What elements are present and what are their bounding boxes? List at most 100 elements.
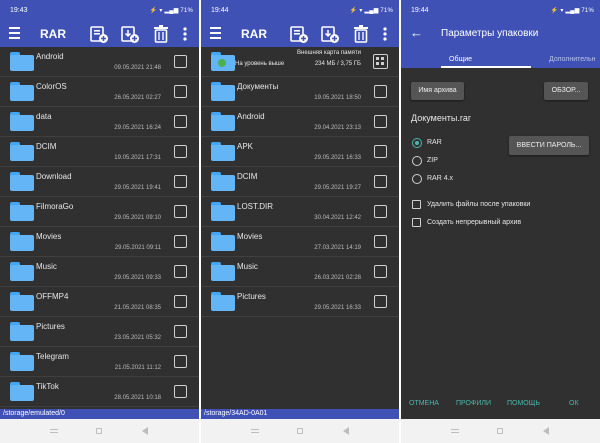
folder-icon [211, 82, 235, 101]
folder-row[interactable]: FilmoraGo 29.05.2021 09:10 [0, 197, 199, 227]
home-icon[interactable] [497, 428, 503, 434]
select-checkbox[interactable] [174, 115, 187, 128]
browse-button[interactable]: ОБЗОР... [544, 82, 588, 100]
format-rar4-radio[interactable] [412, 174, 422, 184]
select-checkbox[interactable] [174, 85, 187, 98]
select-checkbox[interactable] [174, 355, 187, 368]
select-checkbox[interactable] [174, 235, 187, 248]
recent-apps-icon[interactable] [251, 429, 259, 435]
solid-archive-checkbox[interactable] [412, 218, 421, 227]
menu-icon[interactable] [210, 27, 221, 39]
folder-row[interactable]: ColorOS 26.05.2021 02:27 [0, 77, 199, 107]
folder-row[interactable]: Telegram 21.05.2021 11:12 [0, 347, 199, 377]
dialog-app-bar: ← Параметры упаковки [401, 20, 600, 47]
format-rar-radio[interactable] [412, 138, 422, 148]
folder-date: 19.05.2021 18:50 [314, 95, 361, 101]
recent-apps-icon[interactable] [50, 429, 58, 435]
home-icon[interactable] [96, 428, 102, 434]
folder-row[interactable]: Movies 27.03.2021 14:19 [201, 227, 399, 257]
folder-row[interactable]: Music 29.05.2021 09:33 [0, 257, 199, 287]
up-level-label: На уровень выше [235, 61, 285, 67]
back-icon[interactable] [142, 427, 148, 435]
more-icon[interactable] [378, 24, 392, 44]
delete-files-checkbox[interactable] [412, 200, 421, 209]
select-checkbox[interactable] [374, 175, 387, 188]
delete-icon[interactable] [351, 24, 371, 44]
select-checkbox[interactable] [374, 295, 387, 308]
folder-row[interactable]: Документы 19.05.2021 18:50 [201, 77, 399, 107]
folder-row[interactable]: LOST.DIR 30.04.2021 12:42 [201, 197, 399, 227]
select-checkbox[interactable] [174, 385, 187, 398]
select-checkbox[interactable] [174, 325, 187, 338]
folder-name: Music [237, 262, 258, 271]
select-checkbox[interactable] [174, 55, 187, 68]
cancel-button[interactable]: ОТМЕНА [409, 400, 439, 407]
set-password-button[interactable]: ВВЕСТИ ПАРОЛЬ... [509, 136, 589, 155]
recent-apps-icon[interactable] [451, 429, 459, 435]
tab-bar: Общие Дополнительн [401, 47, 600, 68]
folder-row[interactable]: APK 29.05.2021 16:33 [201, 137, 399, 167]
select-checkbox[interactable] [174, 145, 187, 158]
folder-icon [10, 352, 34, 371]
back-arrow-icon[interactable]: ← [410, 26, 423, 39]
folder-icon [10, 202, 34, 221]
tab-advanced[interactable]: Дополнительн [549, 56, 596, 63]
extract-icon[interactable] [120, 24, 140, 44]
select-checkbox[interactable] [174, 175, 187, 188]
folder-row[interactable]: DCIM 19.05.2021 17:31 [0, 137, 199, 167]
ok-button[interactable]: ОК [569, 400, 579, 407]
archive-name-button[interactable]: Имя архива [411, 82, 464, 100]
folder-row[interactable]: Android 09.05.2021 21:48 [0, 47, 199, 77]
tab-general[interactable]: Общие [449, 56, 472, 63]
folder-row[interactable]: TikTok 28.05.2021 10:18 [0, 377, 199, 407]
status-time: 19:43 [10, 7, 28, 14]
select-checkbox[interactable] [374, 265, 387, 278]
folder-icon [10, 322, 34, 341]
select-checkbox[interactable] [374, 115, 387, 128]
grid-view-icon[interactable] [373, 54, 388, 69]
status-icons: ⚡ ▾ ▂▄▆ 71% [550, 8, 594, 14]
screen-archive-options: 19:44 ⚡ ▾ ▂▄▆ 71% ← Параметры упаковки О… [401, 0, 600, 443]
parent-folder-row[interactable]: Внешняя карта памяти На уровень выше 234… [201, 47, 399, 77]
profiles-button[interactable]: ПРОФИЛИ [456, 400, 491, 407]
folder-date: 29.05.2021 16:33 [314, 305, 361, 311]
folder-row[interactable]: Music 26.03.2021 02:28 [201, 257, 399, 287]
folder-row[interactable]: DCIM 29.05.2021 19:27 [201, 167, 399, 197]
select-checkbox[interactable] [374, 235, 387, 248]
folder-name: Telegram [36, 352, 69, 361]
folder-row[interactable]: data 29.05.2021 16:24 [0, 107, 199, 137]
extract-icon[interactable] [320, 24, 340, 44]
more-icon[interactable] [178, 24, 192, 44]
folder-icon [10, 232, 34, 251]
back-icon[interactable] [543, 427, 549, 435]
select-checkbox[interactable] [174, 295, 187, 308]
folder-name: DCIM [237, 172, 258, 181]
select-checkbox[interactable] [374, 145, 387, 158]
add-archive-icon[interactable] [89, 24, 109, 44]
folder-date: 26.05.2021 02:27 [114, 95, 161, 101]
help-button[interactable]: ПОМОЩЬ [507, 400, 540, 407]
options-panel: Имя архива ОБЗОР... Документы.rar RAR ZI… [401, 68, 600, 419]
folder-row[interactable]: Android 29.04.2021 23:13 [201, 107, 399, 137]
folder-row[interactable]: Movies 29.05.2021 09:11 [0, 227, 199, 257]
select-checkbox[interactable] [374, 85, 387, 98]
home-icon[interactable] [297, 428, 303, 434]
folder-row[interactable]: OFFMP4 21.05.2021 08:35 [0, 287, 199, 317]
select-checkbox[interactable] [174, 205, 187, 218]
folder-date: 29.04.2021 23:13 [314, 125, 361, 131]
folder-icon [211, 292, 235, 311]
select-checkbox[interactable] [174, 265, 187, 278]
folder-name: Movies [36, 232, 62, 241]
delete-icon[interactable] [151, 24, 171, 44]
back-icon[interactable] [343, 427, 349, 435]
menu-icon[interactable] [9, 27, 20, 39]
folder-row[interactable]: Pictures 23.05.2021 05:32 [0, 317, 199, 347]
folder-icon [10, 142, 34, 161]
format-zip-radio[interactable] [412, 156, 422, 166]
add-archive-icon[interactable] [289, 24, 309, 44]
select-checkbox[interactable] [374, 205, 387, 218]
folder-row[interactable]: Pictures 29.05.2021 16:33 [201, 287, 399, 317]
status-bar: 19:44 ⚡ ▾ ▂▄▆ 71% [201, 0, 399, 20]
folder-date: 29.05.2021 09:33 [114, 275, 161, 281]
folder-row[interactable]: Download 29.05.2021 19:41 [0, 167, 199, 197]
